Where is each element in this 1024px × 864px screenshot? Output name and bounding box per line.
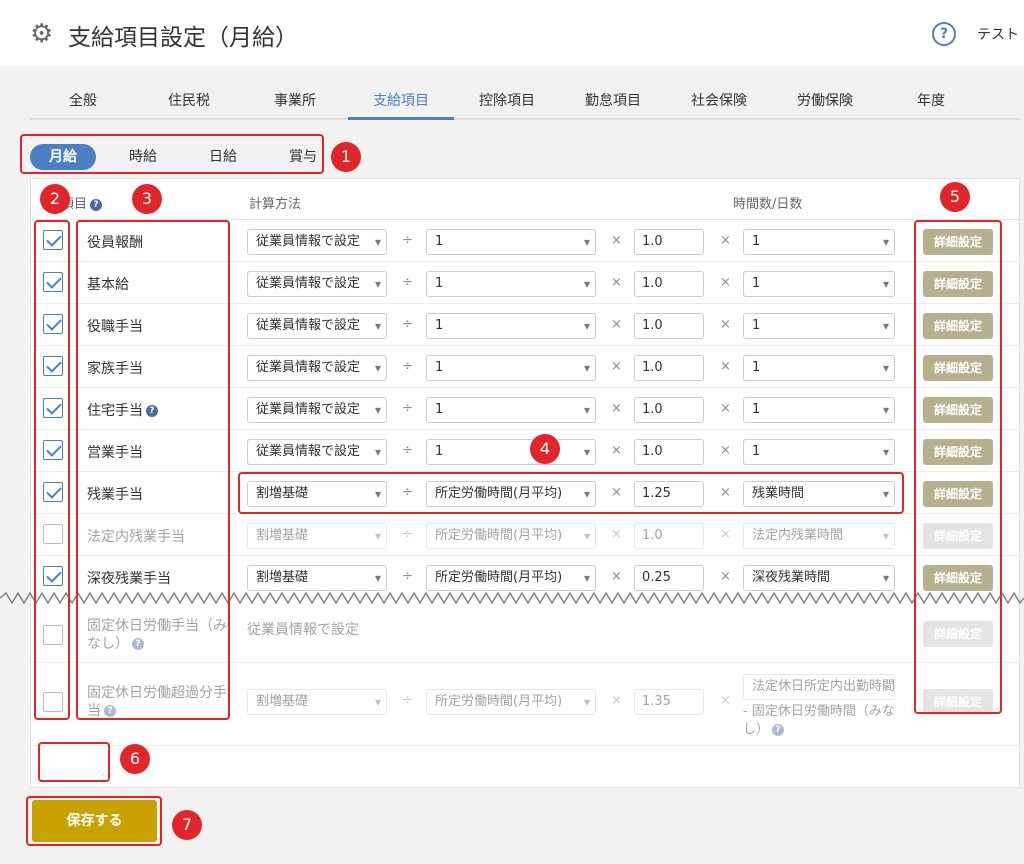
tab-labor-insurance[interactable]: 労働保険	[772, 84, 878, 118]
annotation-box-6	[38, 742, 110, 782]
annotation-badge: 4	[530, 434, 560, 464]
hours-select[interactable]: 1	[743, 229, 895, 255]
annotation-badge: 7	[172, 810, 202, 840]
divide-sign: ÷	[402, 317, 413, 332]
multiply-sign: ×	[611, 317, 622, 332]
divisor-select[interactable]: 1	[426, 355, 596, 381]
multiplier-input[interactable]: 1.0	[634, 271, 704, 297]
annotation-box-7	[26, 796, 162, 846]
page-header: ⚙ 支給項目設定（月給） ? テスト	[0, 0, 1024, 66]
divide-sign: ÷	[402, 233, 413, 248]
col-header-hours: 時間数/日数	[733, 197, 803, 212]
annotation-box-4	[238, 472, 904, 514]
gear-icon: ⚙	[30, 19, 54, 49]
calc-text: 従業員情報で設定	[247, 622, 359, 638]
multiply-sign: ×	[611, 693, 622, 708]
multiply-sign: ×	[611, 275, 622, 290]
multiplier-input[interactable]: 1.0	[634, 229, 704, 255]
divisor-select: 所定労働時間(月平均)	[426, 523, 596, 549]
multiply-sign: ×	[611, 443, 622, 458]
annotation-box-5	[914, 220, 1002, 714]
tab-payment-items[interactable]: 支給項目	[348, 84, 454, 120]
annotation-badge: 2	[40, 184, 70, 214]
multiply-sign: ×	[611, 233, 622, 248]
divisor-select[interactable]: 1	[426, 397, 596, 423]
page-title: 支給項目設定（月給）	[68, 25, 298, 51]
multiply-sign: ×	[720, 443, 731, 458]
base-select[interactable]: 従業員情報で設定	[247, 355, 387, 381]
base-select[interactable]: 従業員情報で設定	[247, 397, 387, 423]
base-select[interactable]: 割増基礎	[247, 565, 387, 591]
divide-sign: ÷	[402, 693, 413, 708]
divisor-select[interactable]: 1	[426, 229, 596, 255]
base-select[interactable]: 従業員情報で設定	[247, 313, 387, 339]
tab-year[interactable]: 年度	[878, 84, 984, 118]
hours-select[interactable]: 深夜残業時間	[743, 565, 895, 591]
annotation-badge: 6	[120, 744, 150, 774]
help-icon[interactable]: ?	[90, 198, 103, 211]
hours-select[interactable]: 1	[743, 271, 895, 297]
multiplier-input: 1.0	[634, 523, 704, 549]
base-select: 割増基礎	[247, 689, 387, 715]
multiply-sign: ×	[720, 275, 731, 290]
base-select[interactable]: 従業員情報で設定	[247, 439, 387, 465]
multiplier-input[interactable]: 1.0	[634, 397, 704, 423]
annotation-badge: 1	[331, 142, 361, 172]
settings-tabs: 全般 住民税 事業所 支給項目 控除項目 勤怠項目 社会保険 労働保険 年度	[30, 84, 1020, 120]
divide-sign: ÷	[402, 359, 413, 374]
col-header-calc: 計算方法	[249, 197, 302, 212]
help-icon[interactable]: ?	[932, 22, 956, 46]
multiply-sign: ×	[720, 569, 731, 584]
multiply-sign: ×	[611, 359, 622, 374]
multiply-sign: ×	[611, 401, 622, 416]
tab-resident-tax[interactable]: 住民税	[136, 84, 242, 118]
hours-select[interactable]: 1	[743, 439, 895, 465]
user-name[interactable]: テスト	[977, 24, 1019, 44]
hours-select[interactable]: 1	[743, 397, 895, 423]
tab-social-insurance[interactable]: 社会保険	[666, 84, 772, 118]
annotation-badge: 3	[132, 184, 162, 214]
divisor-select[interactable]: 所定労働時間(月平均)	[426, 565, 596, 591]
divisor-select[interactable]: 1	[426, 271, 596, 297]
multiply-sign: ×	[720, 693, 731, 708]
hours-select[interactable]: 1	[743, 355, 895, 381]
base-select[interactable]: 従業員情報で設定	[247, 229, 387, 255]
multiplier-input[interactable]: 1.0	[634, 439, 704, 465]
multiply-sign: ×	[720, 401, 731, 416]
multiply-sign: ×	[611, 527, 622, 542]
tab-office[interactable]: 事業所	[242, 84, 348, 118]
multiply-sign: ×	[720, 527, 731, 542]
multiplier-input[interactable]: 0.25	[634, 565, 704, 591]
hours-select[interactable]: 1	[743, 313, 895, 339]
hours-select: 法定休日所定内出勤時間	[743, 674, 895, 700]
annotation-badge: 5	[940, 182, 970, 212]
annotation-box-1	[20, 134, 324, 174]
divisor-select[interactable]: 1	[426, 313, 596, 339]
multiplier-input: 1.35	[634, 689, 704, 715]
tab-deduction-items[interactable]: 控除項目	[454, 84, 560, 118]
tab-attendance-items[interactable]: 勤怠項目	[560, 84, 666, 118]
divisor-select: 所定労働時間(月平均)	[426, 689, 596, 715]
base-select[interactable]: 従業員情報で設定	[247, 271, 387, 297]
multiplier-input[interactable]: 1.0	[634, 313, 704, 339]
multiply-sign: ×	[720, 359, 731, 374]
annotation-box-3	[76, 220, 230, 720]
multiply-sign: ×	[720, 233, 731, 248]
help-icon: ?	[772, 723, 785, 736]
divide-sign: ÷	[402, 527, 413, 542]
hours-select: 法定内残業時間	[743, 523, 895, 549]
multiply-sign: ×	[611, 569, 622, 584]
divide-sign: ÷	[402, 569, 413, 584]
divide-sign: ÷	[402, 401, 413, 416]
multiplier-input[interactable]: 1.0	[634, 355, 704, 381]
divisor-select[interactable]: 1	[426, 439, 596, 465]
annotation-box-2	[34, 220, 70, 720]
minus-note: - 固定休日労働時間（みなし）?	[743, 704, 895, 737]
divide-sign: ÷	[402, 275, 413, 290]
tab-general[interactable]: 全般	[30, 84, 136, 118]
base-select: 割増基礎	[247, 523, 387, 549]
multiply-sign: ×	[720, 317, 731, 332]
divide-sign: ÷	[402, 443, 413, 458]
